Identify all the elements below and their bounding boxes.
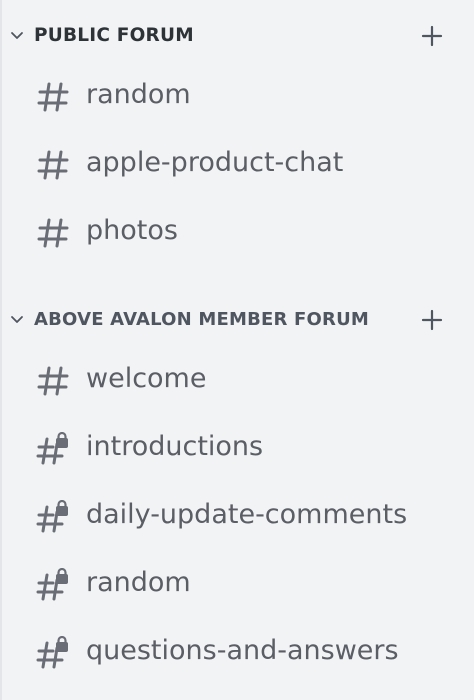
hash-icon xyxy=(37,82,69,112)
channel-item-random[interactable]: random xyxy=(26,67,462,123)
category-label: ABOVE AVALON MEMBER FORUM xyxy=(34,309,370,330)
channel-name: introductions xyxy=(86,431,264,462)
hash-lock-icon xyxy=(36,500,68,533)
channel-name: welcome xyxy=(86,363,207,394)
hash-lock-icon xyxy=(36,432,68,465)
channel-name: random xyxy=(86,567,191,598)
channel-name: questions-and-answers xyxy=(86,635,399,666)
add-channel-plus-icon[interactable] xyxy=(421,25,443,47)
channel-item-photos[interactable]: photos xyxy=(26,203,462,259)
channel-item-apple-product-chat[interactable]: apple-product-chat xyxy=(26,135,462,191)
channel-item-daily-update-comments[interactable]: daily-update-comments xyxy=(26,487,462,543)
channel-name: daily-update-comments xyxy=(86,499,408,530)
channel-name: photos xyxy=(86,215,178,246)
channel-name: apple-product-chat xyxy=(86,147,344,178)
channel-item-random-private[interactable]: random xyxy=(26,555,462,611)
hash-lock-icon xyxy=(36,636,68,669)
sidebar-edge xyxy=(0,0,2,700)
category-label: PUBLIC FORUM xyxy=(34,25,194,46)
chevron-down-icon xyxy=(11,316,23,323)
add-channel-plus-icon[interactable] xyxy=(421,309,443,331)
hash-icon xyxy=(37,366,69,396)
channel-item-introductions[interactable]: introductions xyxy=(26,419,462,475)
channel-item-questions-and-answers[interactable]: questions-and-answers xyxy=(26,623,462,679)
category-public-forum[interactable]: PUBLIC FORUM xyxy=(0,18,474,54)
channel-name: random xyxy=(86,79,191,110)
hash-icon xyxy=(37,150,69,180)
channel-item-welcome[interactable]: welcome xyxy=(26,351,462,407)
category-above-avalon-member-forum[interactable]: ABOVE AVALON MEMBER FORUM xyxy=(0,302,474,338)
hash-icon xyxy=(37,218,69,248)
hash-lock-icon xyxy=(36,568,68,601)
chevron-down-icon xyxy=(11,32,23,39)
